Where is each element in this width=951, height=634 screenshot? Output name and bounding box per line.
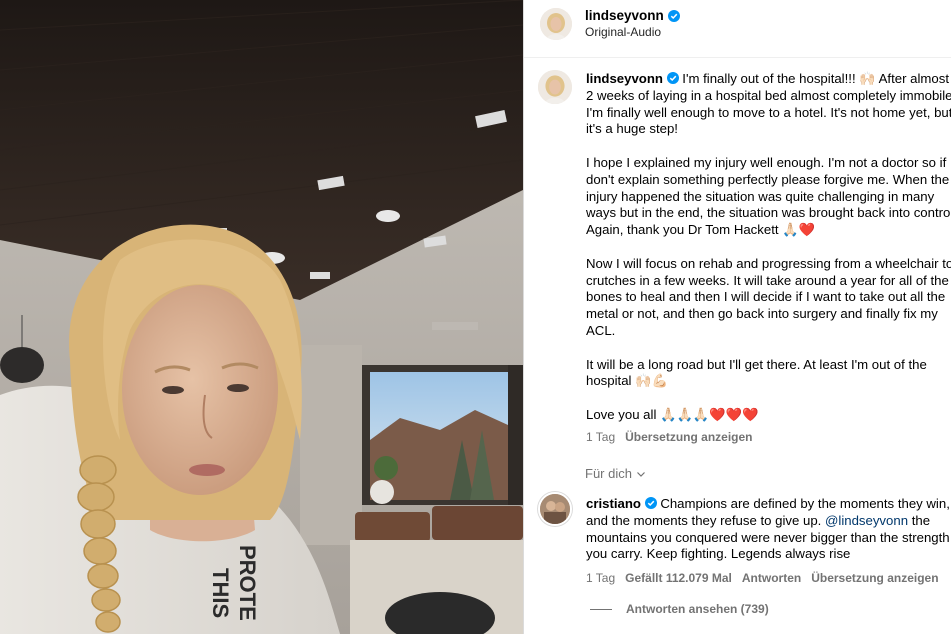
view-replies-label: Antworten ansehen (739) xyxy=(626,602,769,616)
caption-avatar[interactable] xyxy=(538,70,572,104)
comment-timestamp[interactable]: 1 Tag xyxy=(586,571,615,585)
verified-badge-icon xyxy=(644,497,657,509)
comment-mention[interactable]: @lindseyvonn xyxy=(825,513,908,528)
caption-paragraph: lindseyvonn I'm finally out of the hospi… xyxy=(586,71,951,138)
header-username-text[interactable]: lindseyvonn xyxy=(585,8,664,23)
caption-paragraph-5: Love you all 🙏🏻🙏🏻🙏🏻❤️❤️❤️ xyxy=(586,406,759,422)
comment-translate-link[interactable]: Übersetzung anzeigen xyxy=(811,571,938,585)
avatar-image xyxy=(538,70,572,104)
sort-dropdown-label: Für dich xyxy=(585,466,632,481)
caption-paragraph-3: Now I will focus on rehab and progressin… xyxy=(586,255,951,338)
comment-reply-button[interactable]: Antworten xyxy=(742,571,801,585)
header-username[interactable]: lindseyvonn xyxy=(585,8,680,23)
avatar-image xyxy=(540,494,570,524)
comment-avatar[interactable] xyxy=(538,492,572,526)
svg-text:THIS: THIS xyxy=(208,568,233,618)
audio-label[interactable]: Original-Audio xyxy=(585,25,661,39)
video-frame: PROTE THIS xyxy=(0,0,523,634)
caption-timestamp[interactable]: 1 Tag xyxy=(586,430,615,444)
verified-badge-icon xyxy=(666,72,679,84)
caption-paragraph-2: I hope I explained my injury well enough… xyxy=(586,154,951,238)
svg-text:PROTE: PROTE xyxy=(235,545,260,621)
post-header: lindseyvonn Original-Audio xyxy=(524,0,951,58)
avatar-image xyxy=(540,8,572,40)
caption-meta: 1 Tag Übersetzung anzeigen xyxy=(586,430,753,444)
comment-meta: 1 Tag Gefällt 112.079 Mal Antworten Über… xyxy=(586,571,939,585)
verified-badge-icon xyxy=(667,9,680,22)
profile-avatar[interactable] xyxy=(540,8,572,40)
replies-divider xyxy=(590,608,612,610)
post-panel: lindseyvonn Original-Audio lindseyvonn I… xyxy=(523,0,951,634)
comment-username[interactable]: cristiano xyxy=(586,496,641,511)
video-player[interactable]: PROTE THIS xyxy=(0,0,523,634)
chevron-down-icon xyxy=(637,471,645,477)
view-replies-button[interactable]: Antworten ansehen (739) xyxy=(590,602,769,616)
comment-text: cristiano Champions are defined by the m… xyxy=(586,496,951,563)
sort-dropdown[interactable]: Für dich xyxy=(585,466,646,481)
caption-paragraph-4: It will be a long road but I'll get ther… xyxy=(586,356,927,389)
caption-username[interactable]: lindseyvonn xyxy=(586,71,663,86)
comment-likes[interactable]: Gefällt 112.079 Mal xyxy=(625,571,732,585)
caption-text: lindseyvonn I'm finally out of the hospi… xyxy=(586,71,951,441)
caption-translate-link[interactable]: Übersetzung anzeigen xyxy=(625,430,752,444)
